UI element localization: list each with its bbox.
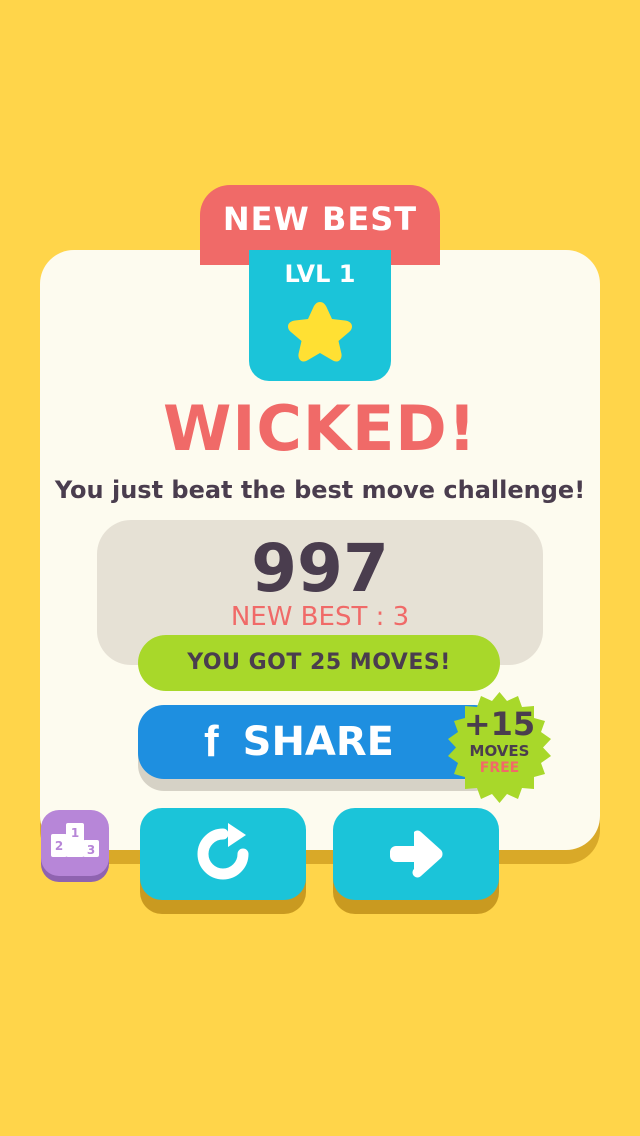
svg-text:2: 2 (55, 839, 63, 853)
level-badge: LVL 1 (249, 250, 391, 381)
score-value: 997 (251, 530, 389, 607)
retry-button[interactable] (140, 808, 306, 900)
retry-icon (197, 823, 249, 880)
bonus-moves-badge[interactable]: +15 MOVES FREE (442, 690, 557, 805)
moves-banner: YOU GOT 25 MOVES! (138, 635, 500, 691)
share-label: SHARE (242, 719, 395, 765)
bonus-note: FREE (479, 760, 520, 776)
star-icon (288, 302, 352, 362)
best-score-text: NEW BEST : 3 (230, 602, 410, 632)
level-label: LVL 1 (284, 260, 356, 288)
svg-text:3: 3 (87, 843, 95, 857)
bonus-unit: MOVES (469, 742, 530, 760)
result-message: You just beat the best move challenge! (54, 476, 586, 504)
bonus-amount: +15 (463, 705, 536, 743)
result-headline: WICKED! (162, 392, 478, 465)
facebook-icon: f (203, 717, 219, 766)
leaderboard-button[interactable]: 1 2 3 (41, 810, 109, 876)
podium-icon: 1 2 3 (51, 823, 99, 857)
next-button[interactable] (333, 808, 499, 900)
svg-text:1: 1 (71, 826, 79, 840)
arrow-right-icon (390, 830, 443, 878)
